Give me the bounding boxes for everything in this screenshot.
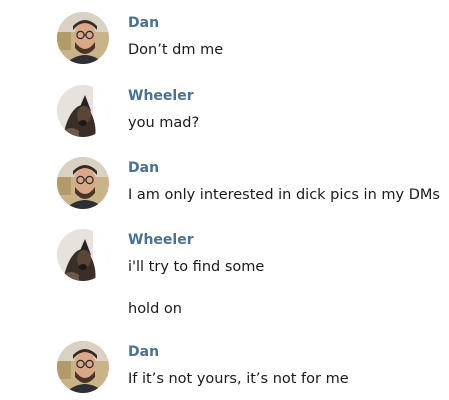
message-text: Don’t dm me <box>128 42 224 58</box>
dan-avatar-icon[interactable] <box>57 12 109 64</box>
sender-name[interactable]: Wheeler <box>128 88 194 104</box>
message-text: I am only interested in dick pics in my … <box>128 187 440 203</box>
message-text: i'll try to find some <box>128 259 265 275</box>
wheeler-avatar-icon[interactable] <box>57 85 109 137</box>
wheeler-avatar-icon[interactable] <box>57 229 109 281</box>
dan-avatar-icon[interactable] <box>57 157 109 209</box>
message-text: If it’s not yours, it’s not for me <box>128 371 349 387</box>
message-text: you mad? <box>128 115 200 131</box>
dan-avatar-icon[interactable] <box>57 341 109 393</box>
message-text: hold on <box>128 301 182 317</box>
sender-name[interactable]: Dan <box>128 344 159 360</box>
sender-name[interactable]: Dan <box>128 15 159 31</box>
sender-name[interactable]: Dan <box>128 160 159 176</box>
sender-name[interactable]: Wheeler <box>128 232 194 248</box>
